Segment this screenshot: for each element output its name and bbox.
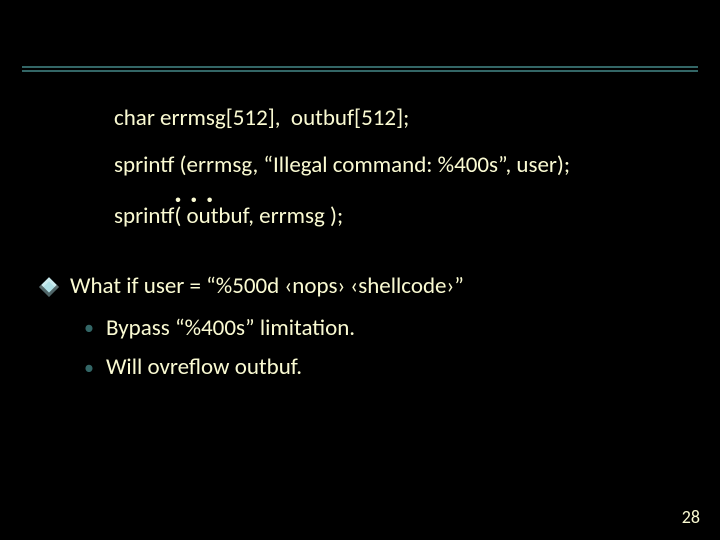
title-rule [22, 66, 698, 80]
slide: Overflow using format string char errmsg… [0, 0, 720, 540]
bullet-text: Bypass “%400s” limitation. [106, 311, 355, 347]
code-block: char errmsg[512], outbuf[512]; sprintf (… [114, 102, 720, 233]
bullet-text: What if user = “%500d ‹nops› ‹shellcode›… [70, 269, 464, 305]
dot-icon: • [84, 318, 94, 338]
bullet-level1: What if user = “%500d ‹nops› ‹shellcode›… [42, 269, 720, 305]
bullet-list: What if user = “%500d ‹nops› ‹shellcode›… [42, 269, 720, 386]
diamond-icon [39, 277, 59, 297]
bullet-text: Will ovreflow outbuf. [106, 350, 302, 386]
bullet-level2: • Will ovreflow outbuf. [84, 350, 720, 386]
code-line-3: sprintf( outbuf, errmsg ); [114, 200, 720, 233]
code-line-1: char errmsg[512], outbuf[512]; [114, 102, 720, 135]
dot-icon: • [84, 358, 94, 378]
page-number: 28 [682, 506, 700, 528]
bullet-level2: • Bypass “%400s” limitation. [84, 311, 720, 347]
slide-title: Overflow using format string [0, 0, 720, 66]
spacer [114, 135, 720, 149]
